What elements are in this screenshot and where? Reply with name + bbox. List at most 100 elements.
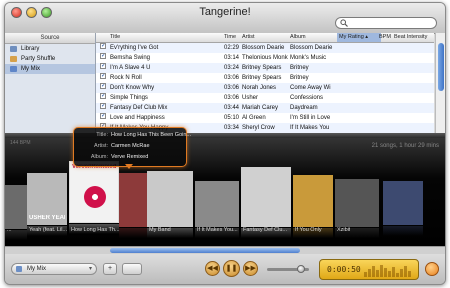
album-cover[interactable]: Verve//Remixed: [69, 161, 119, 223]
library-icon: [10, 46, 17, 52]
song-album: Confessions: [290, 95, 324, 101]
search-icon: [340, 19, 348, 27]
column-header-beat-intensity[interactable]: Beat Intensity: [394, 33, 427, 42]
rewind-button[interactable]: ◀◀: [205, 261, 220, 276]
source-select[interactable]: My Mix ▾: [11, 263, 97, 275]
column-header-time[interactable]: Time: [224, 33, 236, 42]
pause-icon: ❚❚: [225, 265, 238, 272]
popup-album-value: Verve Remixed: [111, 154, 149, 160]
app-window: Tangerine! Source Library Party Shuffle …: [4, 2, 446, 285]
song-artist: Al Green: [242, 115, 266, 121]
vertical-scroll-thumb[interactable]: [438, 43, 444, 91]
song-checkbox[interactable]: ✓: [100, 93, 106, 99]
table-row[interactable]: ✓ I'm A Slave 4 U 03:24 Britney Spears Britn…: [96, 63, 434, 73]
cover-label: ...: [7, 227, 12, 233]
table-header: Title Time Artist Album My Rating ▴ BPM …: [96, 33, 434, 43]
table-row[interactable]: ✓ Ev'rything I've Got 02:29 Blossom Dearie B…: [96, 43, 434, 53]
song-checkbox[interactable]: ✓: [100, 83, 106, 89]
popup-artist-value: Carmen McRae: [111, 143, 150, 149]
popup-title-label: Title:: [96, 132, 108, 138]
visualizer-bar: [372, 266, 375, 277]
visualizer-bar: [388, 271, 391, 277]
playlist-icon: [16, 266, 22, 272]
vertical-scrollbar[interactable]: [435, 33, 445, 133]
cover-label: Yeah (feat. Lil...: [29, 227, 68, 233]
table-row[interactable]: ✓ Fantasy Def Club Mix 03:44 Mariah Carey Da…: [96, 103, 434, 113]
album-cover[interactable]: [5, 185, 27, 229]
song-title: Bemsha Swing: [110, 55, 151, 61]
visualizer-bar: [364, 272, 367, 277]
song-time: 03:06: [224, 75, 240, 81]
song-checkbox[interactable]: ✓: [100, 103, 106, 109]
tangerine-button[interactable]: [425, 262, 439, 276]
visualizer-bar: [408, 271, 411, 277]
title-bar: Tangerine!: [5, 3, 445, 34]
cover-label: If You Only: [295, 227, 322, 233]
song-artist: Sheryl Crow: [242, 125, 275, 131]
album-cover[interactable]: USHER YEAH: [27, 173, 67, 225]
search-field[interactable]: [335, 17, 437, 29]
album-cover[interactable]: [383, 181, 423, 225]
cover-label: Fantasy Def Clu...: [243, 227, 288, 233]
popup-pointer: [125, 164, 133, 169]
song-time: 03:06: [224, 95, 240, 101]
song-album: Blossom Dearie: [290, 45, 333, 51]
table-row[interactable]: ✓ Simple Things 03:06 Usher Confessions: [96, 93, 434, 103]
column-header-artist[interactable]: Artist: [242, 33, 255, 42]
popup-artist-label: Artist:: [93, 143, 108, 149]
visualizer-bar: [396, 273, 399, 277]
song-checkbox[interactable]: ✓: [100, 73, 106, 79]
album-cover[interactable]: [335, 179, 379, 227]
table-row[interactable]: ✓ Rock N Roll 03:06 Britney Spears Britney: [96, 73, 434, 83]
column-header-title[interactable]: Title: [110, 33, 120, 42]
song-title: Love and Happiness: [110, 115, 165, 121]
cover-reflection: [383, 226, 423, 236]
cover-flow-view[interactable]: 144 BPM 21 songs, 1 hour 29 mins ... USHE…: [5, 133, 445, 246]
sidebar-item-my-mix[interactable]: My Mix: [5, 64, 95, 74]
column-header-my-rating[interactable]: My Rating ▴: [337, 33, 381, 42]
elapsed-time: 0:00:50: [327, 265, 361, 274]
fast-forward-button[interactable]: ▶▶: [243, 261, 258, 276]
column-header-album[interactable]: Album: [290, 33, 306, 42]
visualizer-bar: [376, 270, 379, 277]
record-icon: [84, 186, 106, 208]
cover-flow-scroll-thumb[interactable]: [110, 248, 300, 253]
visualizer-bar: [380, 265, 383, 277]
album-cover[interactable]: [293, 175, 333, 227]
song-time: 03:14: [224, 55, 240, 61]
table-row[interactable]: ✓ Don't Know Why 03:06 Norah Jones Come Away…: [96, 83, 434, 93]
album-cover[interactable]: [195, 181, 239, 227]
popup-title-value: How Long Has This Been Goin...: [111, 132, 191, 138]
song-album: I'm Still in Love: [290, 115, 331, 121]
song-title: Don't Know Why: [110, 85, 155, 91]
source-select-value: My Mix: [27, 266, 46, 272]
pause-button[interactable]: ❚❚: [223, 260, 240, 277]
song-title: Simple Things: [110, 95, 148, 101]
song-time: 02:29: [224, 45, 240, 51]
song-album: Britney: [290, 65, 309, 71]
sidebar-item-party-shuffle[interactable]: Party Shuffle: [5, 54, 95, 64]
song-time: 03:06: [224, 85, 240, 91]
album-cover[interactable]: [119, 173, 147, 227]
song-checkbox[interactable]: ✓: [100, 43, 106, 49]
album-cover[interactable]: [241, 167, 291, 227]
add-playlist-button[interactable]: +: [103, 263, 117, 275]
sidebar-header[interactable]: Source: [5, 33, 95, 44]
table-row[interactable]: ✓ Love and Happiness 05:10 Al Green I'm Stil…: [96, 113, 434, 123]
popup-album-label: Album:: [90, 154, 108, 160]
album-cover[interactable]: [147, 171, 193, 227]
sidebar-item-library[interactable]: Library: [5, 44, 95, 54]
song-checkbox[interactable]: ✓: [100, 113, 106, 119]
cover-label: Xzibit: [337, 227, 351, 233]
visualizer-bar: [368, 269, 371, 277]
column-header-bpm[interactable]: BPM: [379, 33, 391, 42]
table-row[interactable]: ✓ Bemsha Swing 03:14 Thelonious Monk Monk's …: [96, 53, 434, 63]
song-checkbox[interactable]: ✓: [100, 53, 106, 59]
fast-forward-icon: ▶▶: [245, 265, 256, 272]
action-button[interactable]: [122, 263, 142, 275]
song-checkbox[interactable]: ✓: [100, 63, 106, 69]
volume-knob[interactable]: [297, 265, 305, 273]
now-playing-popup: Title: How Long Has This Been Goin... Ar…: [73, 127, 191, 167]
volume-slider[interactable]: [267, 265, 309, 273]
table-body: ✓ Ev'rything I've Got 02:29 Blossom Dearie B…: [96, 43, 434, 133]
